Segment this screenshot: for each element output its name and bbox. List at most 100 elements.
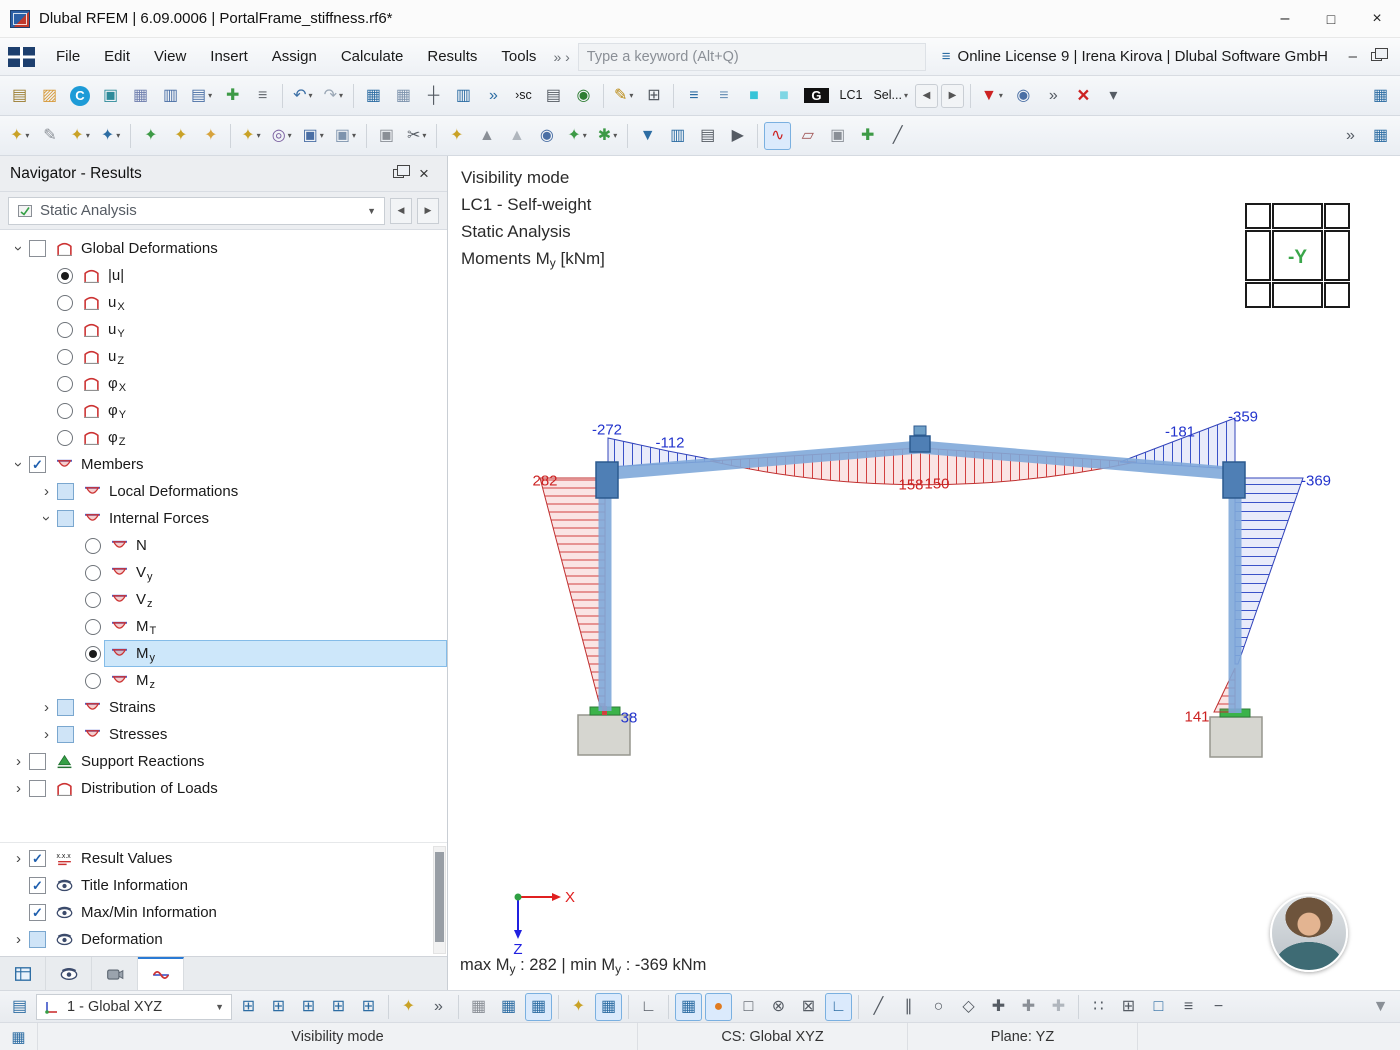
clipboard-icon[interactable]: ≡: [249, 82, 276, 110]
filter-results-icon[interactable]: ▼▾: [977, 82, 1007, 110]
dimension-icon[interactable]: −: [1205, 993, 1232, 1021]
expander-closed-icon[interactable]: ›: [8, 850, 29, 867]
checkbox-partial[interactable]: [57, 699, 74, 716]
mass-combination-icon[interactable]: ▲: [503, 122, 530, 150]
render-model-icon[interactable]: ▣: [97, 82, 124, 110]
more-tools-chevron[interactable]: »: [1040, 82, 1067, 110]
insert-object-icon[interactable]: ⊞: [640, 82, 667, 110]
navigator-close-icon[interactable]: ×: [411, 161, 437, 187]
section-cut-icon[interactable]: ✂▾: [403, 122, 430, 150]
new-node-icon[interactable]: ✦▾: [6, 122, 33, 150]
radio-button[interactable]: [57, 430, 73, 446]
menu-edit[interactable]: Edit: [93, 42, 141, 71]
result-table-icon[interactable]: ▥: [450, 82, 477, 110]
tree-uy[interactable]: uY: [0, 316, 447, 343]
snap-cross-icon[interactable]: ⊠: [795, 993, 822, 1021]
menu-file[interactable]: File: [45, 42, 91, 71]
rendering-icon[interactable]: ◉: [570, 82, 597, 110]
edit-star-icon[interactable]: ✦▾: [66, 122, 93, 150]
visibility-by-level-icon[interactable]: ≡: [680, 82, 707, 110]
new-load-icon[interactable]: ✦: [443, 122, 470, 150]
checkbox-checked[interactable]: ✓: [29, 904, 46, 921]
menu-overflow-chevron[interactable]: » ›: [549, 49, 573, 65]
radio-button[interactable]: [85, 565, 101, 581]
tree-u-abs[interactable]: |u|: [0, 262, 447, 289]
analysis-next-button[interactable]: ▶: [417, 198, 439, 224]
import-model-icon[interactable]: ▤: [6, 82, 33, 110]
save-icon[interactable]: ▥: [157, 82, 184, 110]
tree-mz[interactable]: Mz: [0, 667, 447, 694]
clear-results-icon[interactable]: ▱: [794, 122, 821, 150]
expander-closed-icon[interactable]: ›: [36, 483, 57, 500]
edit-objects-icon[interactable]: ✎▾: [610, 82, 637, 110]
tree-distribution-of-loads[interactable]: ›Distribution of Loads: [0, 775, 447, 802]
new-surface-icon[interactable]: ✦: [167, 122, 194, 150]
printout-icon[interactable]: ▤: [694, 122, 721, 150]
tree-deformation[interactable]: ›Deformation: [0, 926, 447, 953]
checkbox-unchecked[interactable]: [29, 753, 46, 770]
tree-stresses[interactable]: ›Stresses: [0, 721, 447, 748]
radio-selected[interactable]: [85, 646, 101, 662]
checkbox-unchecked[interactable]: [29, 240, 46, 257]
tree-local-deformations[interactable]: ›Local Deformations: [0, 478, 447, 505]
view-xyz-icon[interactable]: ⊞: [235, 993, 262, 1021]
new-hinge-icon[interactable]: ◎▾: [268, 122, 296, 150]
viewport-tab-icon[interactable]: ▤: [6, 993, 33, 1021]
snap-circle-icon[interactable]: ⊗: [765, 993, 792, 1021]
line-snap-icon[interactable]: ╱: [865, 993, 892, 1021]
construction-stages-icon[interactable]: ✱▾: [594, 122, 621, 150]
member-type-icon[interactable]: ▣▾: [331, 122, 360, 150]
parallel-snap-icon[interactable]: ∥: [895, 993, 922, 1021]
next-load-case-icon[interactable]: ▶: [941, 84, 964, 108]
radio-button[interactable]: [85, 592, 101, 608]
menu-tools[interactable]: Tools: [490, 42, 547, 71]
checkbox-partial[interactable]: [57, 726, 74, 743]
user-avatar[interactable]: [1270, 894, 1348, 972]
tree-scrollbar-thumb[interactable]: [435, 852, 444, 942]
radio-button[interactable]: [57, 295, 73, 311]
menu-view[interactable]: View: [143, 42, 197, 71]
visibility-states-icon[interactable]: ≡: [710, 82, 737, 110]
analysis-prev-button[interactable]: ◀: [390, 198, 412, 224]
tree-n[interactable]: N: [0, 532, 447, 559]
maximize-button[interactable]: □: [1308, 0, 1354, 38]
endpoint-snap-icon[interactable]: ✚: [1045, 993, 1072, 1021]
radio-button[interactable]: [57, 349, 73, 365]
tab-data-navigator[interactable]: [0, 957, 46, 990]
checkbox-checked[interactable]: ✓: [29, 877, 46, 894]
grid-settings-icon[interactable]: ▦: [595, 993, 622, 1021]
plane-corner-icon[interactable]: ∟: [635, 993, 662, 1021]
tree-mt[interactable]: MT: [0, 613, 447, 640]
new-line-icon[interactable]: ✎: [36, 122, 63, 150]
menu-calculate[interactable]: Calculate: [330, 42, 415, 71]
tree-title-information[interactable]: ✓Title Information: [0, 872, 447, 899]
minimize-button[interactable]: –: [1262, 0, 1308, 38]
add-favorite-icon[interactable]: ✚: [219, 82, 246, 110]
expander-closed-icon[interactable]: ›: [8, 931, 29, 948]
table-layout-icon[interactable]: ▦: [390, 82, 417, 110]
rotate-load-icon[interactable]: ◉: [533, 122, 560, 150]
open-file-icon[interactable]: ▨: [36, 82, 63, 110]
clipping-box-icon[interactable]: ■: [770, 82, 797, 110]
menu-results[interactable]: Results: [416, 42, 488, 71]
table-view-icon[interactable]: ▦: [360, 82, 387, 110]
coordinate-system-combo[interactable]: 1 - Global XYZ ▼: [36, 994, 232, 1020]
tree-phix[interactable]: φX: [0, 370, 447, 397]
expander-closed-icon[interactable]: ›: [8, 753, 29, 770]
radio-button[interactable]: [85, 673, 101, 689]
checkbox-checked[interactable]: ✓: [29, 456, 46, 473]
search-input[interactable]: [587, 49, 917, 65]
guideline-icon[interactable]: ∷: [1085, 993, 1112, 1021]
tree-vy[interactable]: Vy: [0, 559, 447, 586]
block-icon[interactable]: ▣: [373, 122, 400, 150]
radio-button[interactable]: [57, 322, 73, 338]
mass-case-icon[interactable]: ▲: [473, 122, 500, 150]
polygon-snap-icon[interactable]: ◇: [955, 993, 982, 1021]
rotate-view-icon[interactable]: ◉: [1010, 82, 1037, 110]
printout-report-icon[interactable]: ▤: [540, 82, 567, 110]
delete-results-icon[interactable]: ×: [1070, 82, 1097, 110]
show-results-icon[interactable]: ∿: [764, 122, 791, 150]
circle-snap-icon[interactable]: ○: [925, 993, 952, 1021]
work-plane-icon[interactable]: ✦: [565, 993, 592, 1021]
redo-icon[interactable]: ↷▾: [320, 82, 347, 110]
